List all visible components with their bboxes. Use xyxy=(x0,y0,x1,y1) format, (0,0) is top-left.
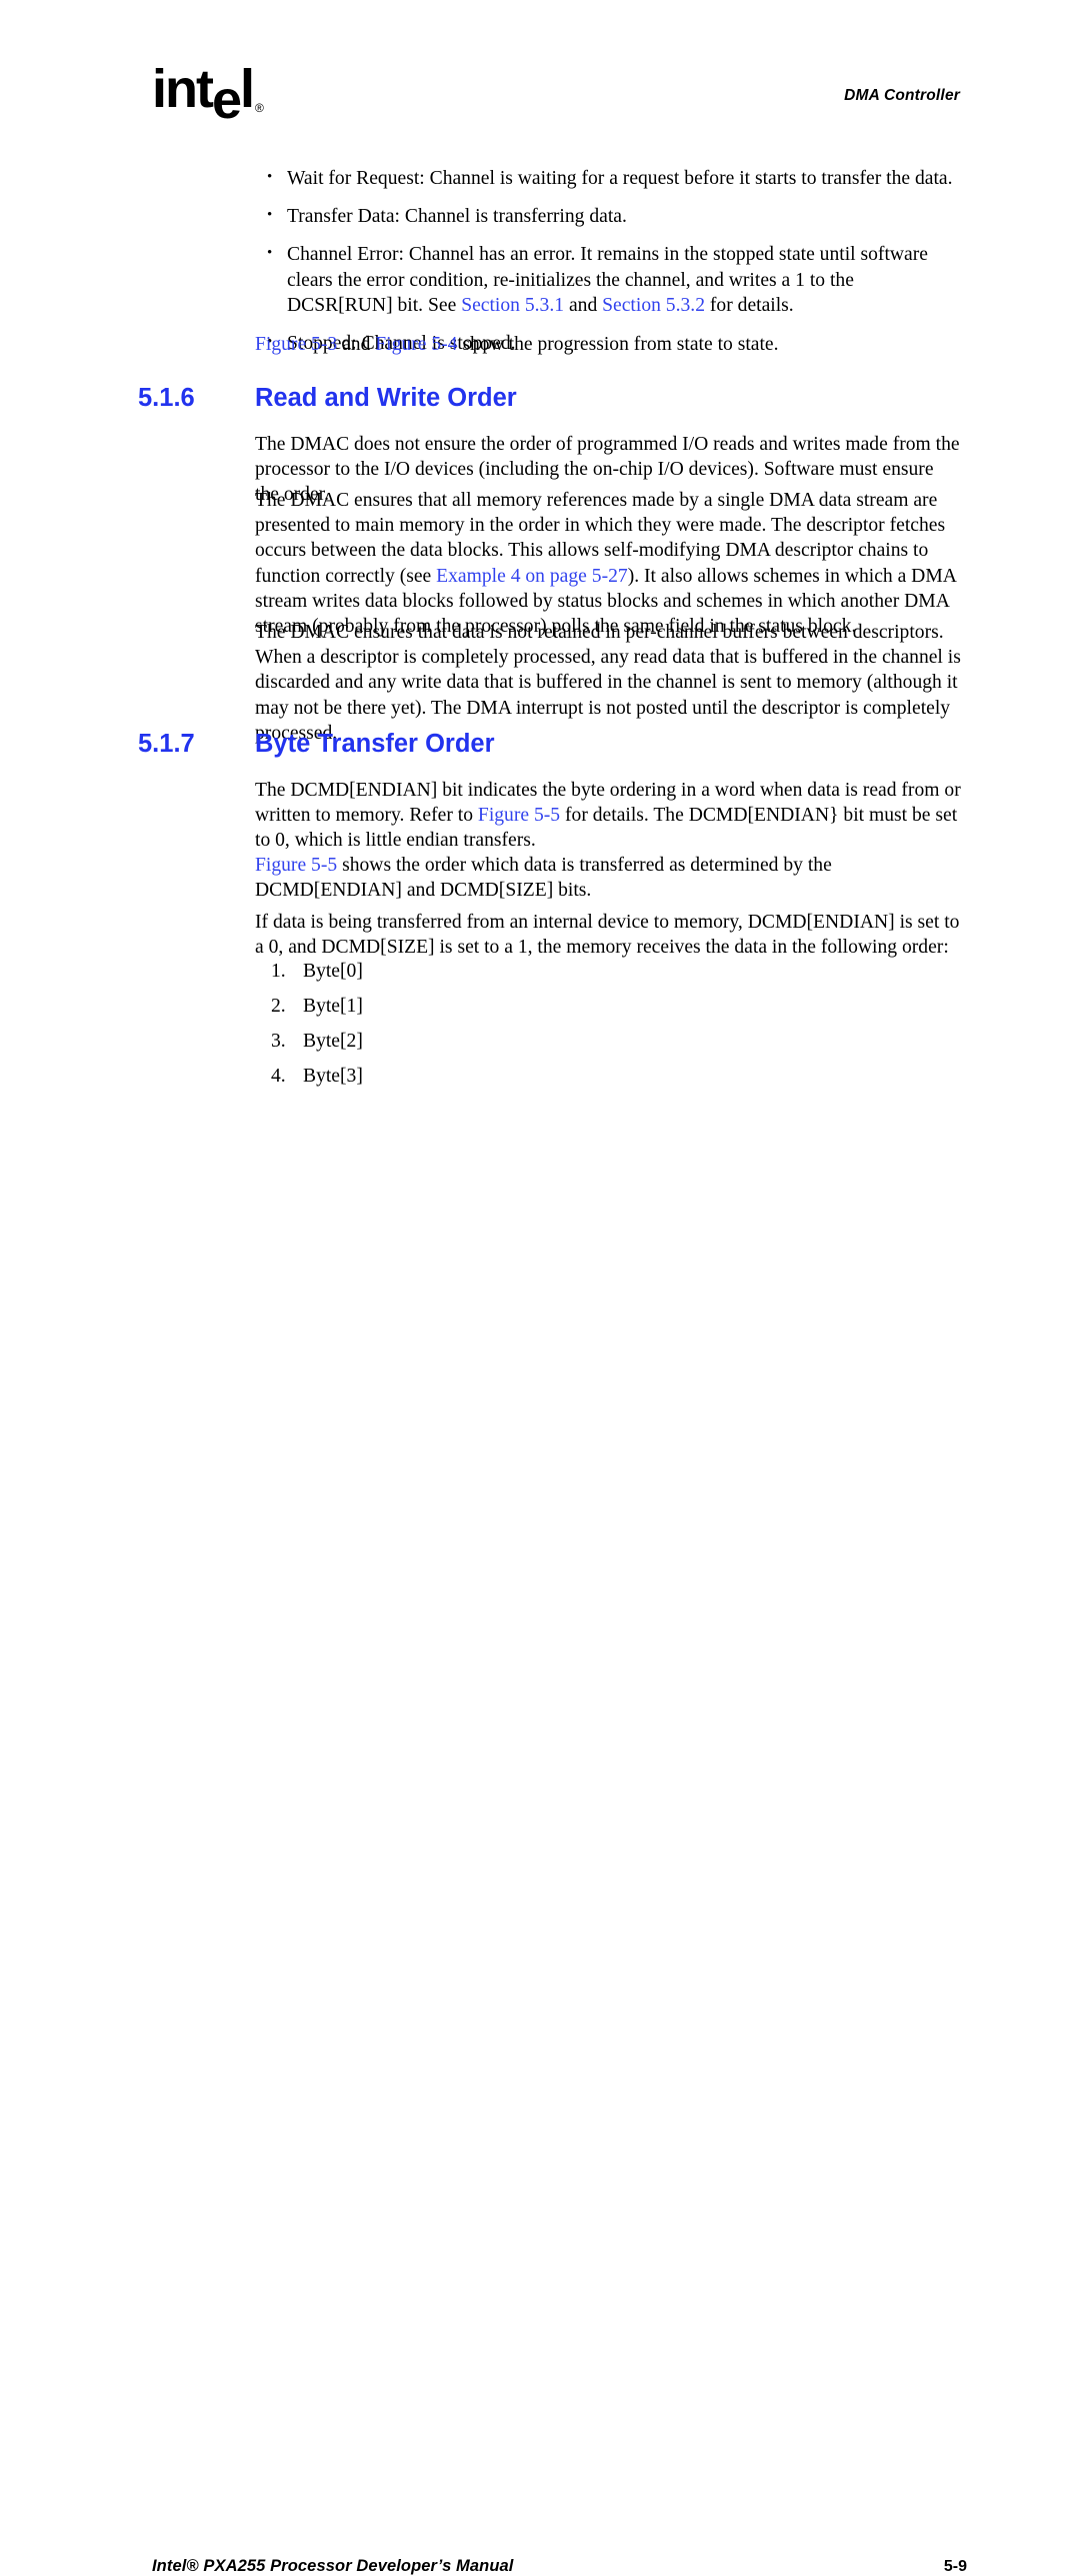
byte-order-item-0-number: 1. xyxy=(271,961,286,982)
intel-logo-int: int xyxy=(152,59,214,119)
byte-order-numbered-list: 1. Byte[0] 2. Byte[1] 3. Byte[2] 4. Byte[3] xyxy=(255,960,961,1100)
intel-logo-l: l xyxy=(240,59,255,119)
byte-order-item-3-label: Byte[3] xyxy=(303,1066,363,1087)
bullet-channel-error-text-2: and xyxy=(564,294,603,316)
heading-5-1-7-number: 5.1.7 xyxy=(138,730,195,758)
paragraph-internal-device-to-memory: If data is being transferred from an int… xyxy=(255,910,961,960)
registered-trademark-icon: ® xyxy=(255,101,264,115)
paragraph-dmac-memory-refs: The DMAC ensures that all memory referen… xyxy=(255,488,961,639)
dmac-per-channel-buffers-text-0: The DMAC ensures that data is not retain… xyxy=(255,622,961,744)
byte-order-item-0-label: Byte[0] xyxy=(303,961,363,982)
bullet-item-channel-error: Channel Error: Channel has an error. It … xyxy=(255,241,961,318)
heading-section-5-1-6: 5.1.6 Read and Write Order xyxy=(138,383,968,413)
paragraph-dcmd-endian-bit: The DCMD[ENDIAN] bit indicates the byte … xyxy=(255,778,961,854)
byte-order-item-3-number: 4. xyxy=(271,1066,286,1087)
byte-order-item-0: 1. Byte[0] xyxy=(255,960,961,984)
byte-order-item-1-number: 2. xyxy=(271,996,286,1017)
heading-5-1-7-title: Byte Transfer Order xyxy=(255,730,495,758)
manual-title: Intel® PXA255 Processor Developer’s Manu… xyxy=(152,2557,514,2575)
byte-order-item-1: 2. Byte[1] xyxy=(255,995,961,1019)
heading-5-1-6-number: 5.1.6 xyxy=(138,384,195,412)
byte-order-item-2-label: Byte[2] xyxy=(303,1031,363,1052)
byte-order-item-2-number: 3. xyxy=(271,1031,286,1052)
heading-section-5-1-7: 5.1.7 Byte Transfer Order xyxy=(138,729,968,759)
intel-logo-e: e xyxy=(211,70,242,130)
intel-logo-wordmark: intel xyxy=(152,59,255,127)
figure-note-link-2[interactable]: Figure 5-4 xyxy=(375,334,457,355)
byte-order-item-1-label: Byte[1] xyxy=(303,996,363,1017)
heading-5-1-6-title: Read and Write Order xyxy=(255,384,517,412)
bullet-item-wait-for-request: Wait for Request: Channel is waiting for… xyxy=(255,165,961,191)
bullet-item-transfer-data: Transfer Data: Channel is transferring d… xyxy=(255,203,961,229)
dcmd-endian-bit-link-1[interactable]: Figure 5-5 xyxy=(478,805,560,826)
bullet-channel-error-link-3[interactable]: Section 5.3.2 xyxy=(602,295,705,316)
bullet-wait-for-request-text-0: Wait for Request: Channel is waiting for… xyxy=(287,168,953,189)
bullet-channel-error-link-1[interactable]: Section 5.3.1 xyxy=(461,295,564,316)
bullet-transfer-data-text-0: Transfer Data: Channel is transferring d… xyxy=(287,206,627,228)
byte-order-item-2: 3. Byte[2] xyxy=(255,1030,961,1054)
byte-order-item-3: 4. Byte[3] xyxy=(255,1065,961,1089)
internal-device-to-memory-text-0: If data is being transferred from an int… xyxy=(255,912,960,959)
page-number: 5-9 xyxy=(943,2558,967,2575)
bullet-channel-error-text-4: for details. xyxy=(705,294,794,316)
figure-note-link-0[interactable]: Figure 5-3 xyxy=(255,334,337,355)
figure-progression-note: Figure 5-3 and Figure 5-4 show the progr… xyxy=(255,332,961,357)
figure55-order-text-1: shows the order which data is transferre… xyxy=(255,855,832,902)
page-header: intel ® DMA Controller xyxy=(0,0,1080,150)
figure55-order-link-0[interactable]: Figure 5-5 xyxy=(255,855,337,876)
dmac-memory-refs-link-1[interactable]: Example 4 on page 5-27 xyxy=(436,566,628,587)
paragraph-figure55-order: Figure 5-5 shows the order which data is… xyxy=(255,853,961,903)
figure-note-text-1: and xyxy=(337,334,376,355)
chapter-title: DMA Controller xyxy=(844,87,960,104)
paragraph-dmac-per-channel-buffers: The DMAC ensures that data is not retain… xyxy=(255,620,961,746)
intel-logo: intel ® xyxy=(152,59,264,127)
page-footer: Intel® PXA255 Processor Developer’s Manu… xyxy=(0,1277,1080,2575)
figure-note-text-3: show the progression from state to state… xyxy=(457,334,779,355)
